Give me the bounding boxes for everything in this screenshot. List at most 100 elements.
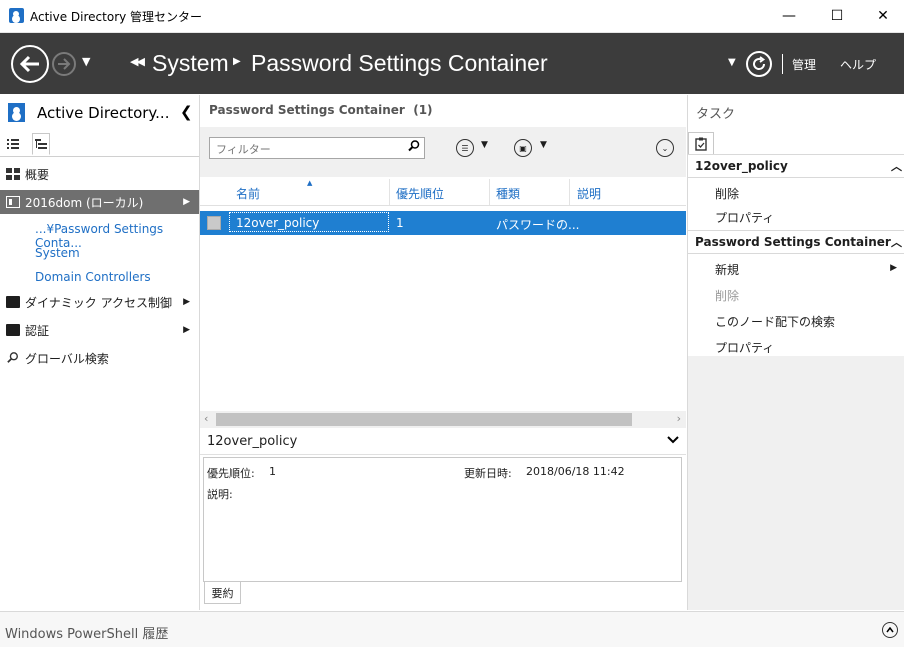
task-section-policy[interactable]: 12over_policy ︿ bbox=[688, 154, 904, 178]
expand-arrow-icon[interactable]: ▶ bbox=[183, 297, 190, 307]
navigation-pane-header: Active Directory... ❮ bbox=[0, 95, 199, 131]
precedence-label: 優先順位: bbox=[207, 467, 255, 480]
expand-arrow-icon[interactable]: ▶ bbox=[183, 197, 190, 207]
tree-item-label: ダイナミック アクセス制御 bbox=[25, 295, 172, 310]
navigation-pane-title: Active Directory... bbox=[37, 104, 170, 122]
maximize-button[interactable]: ☐ bbox=[814, 0, 860, 32]
modified-label: 更新日時: bbox=[464, 467, 512, 480]
breadcrumb-separator-icon[interactable]: ▶ bbox=[233, 56, 241, 67]
cell-precedence: 1 bbox=[396, 216, 404, 230]
tree-item-global-search[interactable]: グローバル検索 bbox=[0, 346, 199, 370]
tree-item-domain-controllers[interactable]: Domain Controllers bbox=[35, 270, 151, 284]
back-button[interactable] bbox=[11, 45, 49, 83]
filter-box[interactable] bbox=[209, 137, 425, 159]
task-container-properties[interactable]: プロパティ bbox=[715, 339, 774, 356]
collapse-pane-icon[interactable]: ❮ bbox=[180, 103, 193, 121]
refresh-icon bbox=[753, 56, 766, 70]
details-header: 12over_policy bbox=[200, 430, 686, 455]
search-icon[interactable] bbox=[408, 140, 420, 155]
task-section-title: 12over_policy bbox=[695, 159, 788, 173]
column-header-type[interactable]: 種類 bbox=[496, 185, 520, 202]
folder-icon bbox=[6, 324, 20, 336]
view-switcher bbox=[0, 131, 199, 157]
arrow-left-icon bbox=[19, 55, 39, 73]
details-panel: 優先順位: 1 更新日時: 2018/06/18 11:42 説明: bbox=[203, 457, 682, 582]
tree-item-label: 認証 bbox=[25, 323, 50, 338]
tree-item-overview[interactable]: 概要 bbox=[0, 162, 199, 186]
task-section-title: Password Settings Container bbox=[695, 235, 891, 249]
breadcrumb-password-settings[interactable]: Password Settings Container bbox=[251, 50, 548, 77]
tab-summary[interactable]: 要約 bbox=[204, 582, 241, 604]
task-search-under-node[interactable]: このノード配下の検索 bbox=[715, 313, 835, 330]
tree-item-domain[interactable]: 2016dom (ローカル) ▶ bbox=[0, 190, 199, 214]
help-menu[interactable]: ヘルプ bbox=[840, 56, 876, 73]
nav-dropdown-icon[interactable]: ▼ bbox=[728, 57, 736, 68]
tree-item-authentication[interactable]: 認証 ▶ bbox=[0, 318, 199, 342]
save-query-icon[interactable]: ▣ bbox=[514, 139, 532, 157]
title-bar: Active Directory 管理センター — ☐ ✕ bbox=[0, 0, 904, 33]
nav-separator bbox=[782, 54, 783, 74]
content-title: Password Settings Container (1) bbox=[209, 103, 433, 117]
column-header-description[interactable]: 説明 bbox=[577, 185, 601, 202]
clipboard-icon[interactable] bbox=[688, 132, 714, 154]
tree-item-dynamic-access-control[interactable]: ダイナミック アクセス制御 ▶ bbox=[0, 290, 199, 314]
navigation-pane: Active Directory... ❮ 概要 2016dom (ローカル) … bbox=[0, 95, 200, 610]
minimize-button[interactable]: — bbox=[766, 0, 812, 32]
filter-input[interactable] bbox=[214, 140, 408, 158]
list-options-dropdown-icon[interactable]: ▼ bbox=[481, 140, 488, 150]
task-new[interactable]: 新規 bbox=[715, 261, 739, 278]
breadcrumb-system[interactable]: System bbox=[152, 50, 229, 77]
folder-icon bbox=[6, 296, 20, 308]
chevron-up-icon[interactable] bbox=[882, 622, 898, 638]
scroll-right-icon[interactable]: › bbox=[677, 412, 681, 425]
expand-arrow-icon[interactable]: ▶ bbox=[183, 325, 190, 335]
column-header-name[interactable]: 名前 bbox=[236, 185, 260, 202]
search-icon bbox=[7, 352, 18, 363]
description-label: 説明: bbox=[207, 488, 233, 501]
task-delete[interactable]: 削除 bbox=[715, 185, 739, 202]
refresh-button[interactable] bbox=[746, 51, 772, 77]
domain-icon bbox=[6, 196, 20, 208]
breadcrumb-overflow-icon[interactable]: ◀◀ bbox=[130, 55, 145, 68]
tasks-title: タスク bbox=[696, 107, 736, 122]
chevron-up-icon[interactable]: ︿ bbox=[891, 158, 902, 174]
sort-ascending-icon: ▲ bbox=[307, 179, 313, 187]
chevron-up-icon[interactable]: ︿ bbox=[891, 234, 902, 250]
cell-type: パスワードの... bbox=[496, 218, 580, 232]
close-button[interactable]: ✕ bbox=[860, 0, 904, 32]
tree-item-label: 2016dom (ローカル) bbox=[25, 195, 144, 210]
app-icon bbox=[9, 8, 24, 23]
horizontal-scrollbar[interactable]: ‹ › bbox=[200, 411, 686, 428]
manage-menu[interactable]: 管理 bbox=[792, 56, 816, 73]
task-properties[interactable]: プロパティ bbox=[715, 209, 774, 226]
grid-header: ▲ 名前 優先順位 種類 説明 bbox=[200, 179, 686, 206]
column-separator[interactable] bbox=[569, 179, 570, 205]
table-row[interactable]: 12over_policy 1 パスワードの... bbox=[200, 211, 686, 235]
history-dropdown-icon[interactable]: ▼ bbox=[82, 55, 90, 68]
chevron-down-icon[interactable] bbox=[667, 433, 679, 447]
list-view-icon[interactable] bbox=[4, 135, 22, 153]
content-toolbar: ☰ ▼ ▣ ▼ ⌄ bbox=[200, 127, 686, 177]
details-title: 12over_policy bbox=[207, 434, 298, 449]
column-separator[interactable] bbox=[489, 179, 490, 205]
powershell-history-bar[interactable]: Windows PowerShell 履歴 bbox=[0, 611, 904, 647]
task-section-container[interactable]: Password Settings Container ︿ bbox=[688, 230, 904, 254]
scroll-left-icon[interactable]: ‹ bbox=[204, 412, 208, 425]
content-pane: Password Settings Container (1) ☰ ▼ ▣ ▼ … bbox=[200, 95, 686, 610]
submenu-arrow-icon[interactable]: ▶ bbox=[890, 263, 897, 273]
arrow-right-icon bbox=[58, 58, 71, 70]
row-checkbox[interactable] bbox=[207, 216, 221, 230]
active-directory-icon bbox=[8, 103, 25, 122]
tree-item-label: 概要 bbox=[25, 167, 50, 182]
save-query-dropdown-icon[interactable]: ▼ bbox=[540, 140, 547, 150]
column-separator[interactable] bbox=[389, 179, 390, 205]
scrollbar-thumb[interactable] bbox=[216, 413, 632, 426]
forward-button[interactable] bbox=[52, 52, 76, 76]
cell-name: 12over_policy bbox=[236, 216, 320, 230]
expand-toolbar-icon[interactable]: ⌄ bbox=[656, 139, 674, 157]
list-options-icon[interactable]: ☰ bbox=[456, 139, 474, 157]
powershell-history-title: Windows PowerShell 履歴 bbox=[5, 627, 169, 642]
tree-item-system[interactable]: System bbox=[35, 246, 80, 260]
column-header-precedence[interactable]: 優先順位 bbox=[396, 185, 444, 202]
tree-view-icon[interactable] bbox=[32, 133, 50, 155]
